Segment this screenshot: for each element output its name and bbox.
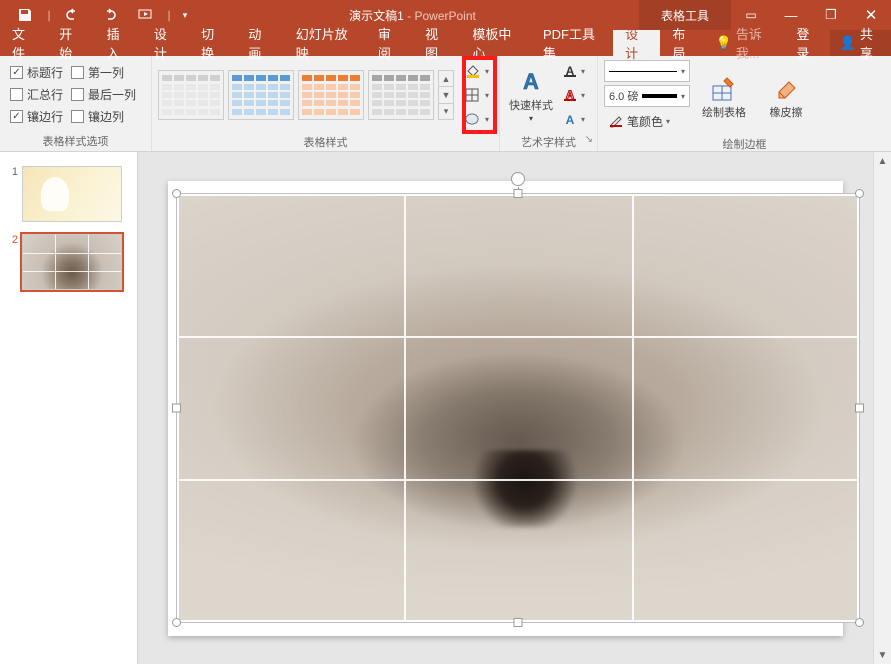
effects-icon	[464, 111, 482, 127]
check-header-row[interactable]: ✓标题行	[6, 62, 67, 84]
check-banded-columns[interactable]: 镶边列	[67, 106, 128, 128]
group-label: 表格样式	[152, 134, 499, 151]
text-fill-icon: A	[562, 64, 578, 78]
pen-color-icon	[608, 114, 624, 128]
check-banded-rows[interactable]: ✓镶边行	[6, 106, 67, 128]
text-effects-button[interactable]: A▾	[558, 108, 589, 130]
resize-handle[interactable]	[172, 403, 181, 412]
quick-styles-button[interactable]: A 快速样式▾	[506, 64, 556, 126]
slide-canvas-area[interactable]	[138, 152, 873, 664]
gallery-down-button[interactable]: ▼	[439, 87, 453, 103]
resize-handle[interactable]	[172, 618, 181, 627]
gallery-up-button[interactable]: ▲	[439, 71, 453, 87]
group-label: 艺术字样式↘	[500, 134, 597, 151]
resize-handle[interactable]	[514, 618, 523, 627]
svg-text:A: A	[523, 69, 539, 94]
qat-customize-button[interactable]: ▾	[176, 1, 194, 29]
group-draw-borders: ▾ 6.0 磅 ▾ 笔颜色▾ 绘制表格	[598, 56, 891, 151]
tab-animations[interactable]: 动画	[236, 30, 283, 56]
tab-template[interactable]: 模板中心	[460, 30, 531, 56]
borders-icon	[464, 87, 482, 103]
resize-handle[interactable]	[855, 403, 864, 412]
group-table-style-options: ✓标题行 第一列 汇总行 最后一列 ✓镶边行 镶边列 表格样式选项	[0, 56, 152, 151]
effects-button[interactable]: ▾	[460, 108, 493, 130]
gallery-scroll[interactable]: ▲ ▼ ▾	[438, 70, 454, 120]
group-label: 表格样式选项	[0, 133, 151, 151]
table-style-gallery[interactable]: ▲ ▼ ▾	[158, 70, 454, 120]
pen-style-dropdown[interactable]: ▾	[604, 60, 690, 82]
slide-thumbnail-panel[interactable]: 1 2	[0, 152, 138, 664]
text-outline-button[interactable]: A▾	[558, 84, 589, 106]
scroll-down-button[interactable]: ▼	[874, 646, 891, 664]
table-style-thumb[interactable]	[228, 70, 294, 120]
table-style-thumb[interactable]	[368, 70, 434, 120]
group-wordart-styles: A 快速样式▾ A▾ A▾ A▾ 艺术字样式↘	[500, 56, 598, 151]
ribbon-tabs: 文件 开始 插入 设计 切换 动画 幻灯片放映 审阅 视图 模板中心 PDF工具…	[0, 30, 891, 56]
scroll-up-button[interactable]: ▲	[874, 152, 891, 170]
tab-review[interactable]: 审阅	[366, 30, 413, 56]
tab-table-design[interactable]: 设计	[613, 30, 660, 56]
tab-pdf[interactable]: PDF工具集	[531, 30, 613, 56]
rotation-handle[interactable]	[511, 172, 525, 186]
ribbon: ✓标题行 第一列 汇总行 最后一列 ✓镶边行 镶边列 表格样式选项	[0, 56, 891, 152]
slide-thumbnail[interactable]: 2	[0, 228, 137, 296]
tell-me-search[interactable]: 💡 告诉我...	[708, 30, 787, 56]
slide-thumbnail[interactable]: 1	[0, 160, 137, 228]
app-name: PowerPoint	[414, 9, 475, 23]
table-style-thumb[interactable]	[158, 70, 224, 120]
tab-design[interactable]: 设计	[142, 30, 189, 56]
group-label: 绘制边框	[598, 136, 891, 152]
text-fill-button[interactable]: A▾	[558, 60, 589, 82]
vertical-scrollbar[interactable]: ▲ ▼	[873, 152, 891, 664]
eraser-icon	[770, 73, 802, 105]
gallery-more-button[interactable]: ▾	[439, 104, 453, 119]
share-button[interactable]: 👤 共享	[830, 30, 891, 56]
resize-handle[interactable]	[855, 618, 864, 627]
text-effects-icon: A	[562, 112, 578, 126]
resize-handle[interactable]	[172, 189, 181, 198]
bulb-icon: 💡	[716, 35, 732, 51]
dialog-launcher[interactable]: ↘	[585, 134, 593, 145]
resize-handle[interactable]	[514, 189, 523, 198]
wordart-icon: A	[515, 66, 547, 98]
tab-file[interactable]: 文件	[0, 30, 47, 56]
document-name: 演示文稿1	[349, 9, 404, 23]
text-outline-icon: A	[562, 88, 578, 102]
eraser-button[interactable]: 橡皮擦	[758, 71, 814, 121]
selected-table[interactable]	[176, 193, 860, 623]
tab-slideshow[interactable]: 幻灯片放映	[284, 30, 366, 56]
group-table-styles: ▲ ▼ ▾ ▾ ▾ ▾ 表格样式	[152, 56, 500, 151]
window-title: 演示文稿1 - PowerPoint	[194, 7, 631, 24]
tab-view[interactable]: 视图	[413, 30, 460, 56]
check-first-column[interactable]: 第一列	[67, 62, 128, 84]
borders-button[interactable]: ▾	[460, 84, 493, 106]
pen-color-button[interactable]: 笔颜色▾	[604, 110, 690, 132]
shading-button[interactable]: ▾	[460, 60, 493, 82]
tab-insert[interactable]: 插入	[95, 30, 142, 56]
paint-bucket-icon	[464, 63, 482, 79]
pen-weight-dropdown[interactable]: 6.0 磅 ▾	[604, 85, 690, 107]
tab-table-layout[interactable]: 布局	[660, 30, 707, 56]
tab-home[interactable]: 开始	[47, 30, 94, 56]
table-style-thumb[interactable]	[298, 70, 364, 120]
table-grid	[177, 194, 859, 622]
tab-transitions[interactable]: 切换	[189, 30, 236, 56]
resize-handle[interactable]	[855, 189, 864, 198]
check-last-column[interactable]: 最后一列	[67, 84, 140, 106]
share-icon: 👤	[840, 35, 856, 51]
slide-canvas[interactable]	[168, 181, 843, 636]
check-total-row[interactable]: 汇总行	[6, 84, 67, 106]
draw-table-icon	[708, 73, 740, 105]
sign-in-button[interactable]: 登录	[786, 30, 829, 56]
draw-table-button[interactable]: 绘制表格	[696, 71, 752, 121]
svg-text:A: A	[566, 113, 575, 126]
workspace: 1 2	[0, 152, 891, 664]
